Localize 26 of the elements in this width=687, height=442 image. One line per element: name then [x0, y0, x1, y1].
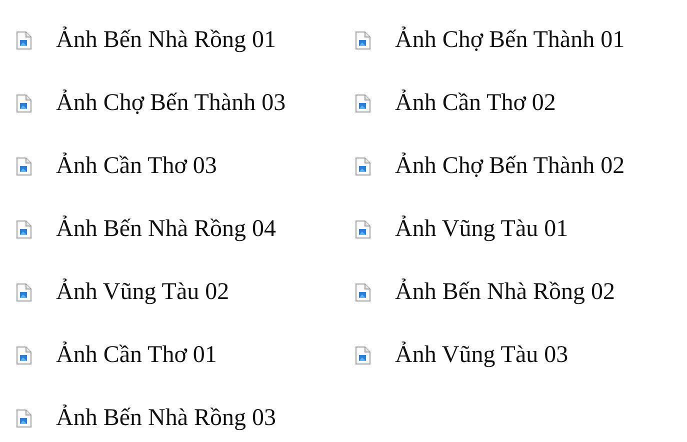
file-name[interactable]: Ảnh Chợ Bến Thành 03 — [56, 90, 286, 117]
image-file-icon[interactable] — [16, 283, 32, 302]
file-name[interactable]: Ảnh Bến Nhà Rồng 02 — [395, 279, 615, 306]
file-name[interactable]: Ảnh Cần Thơ 02 — [395, 90, 556, 117]
image-file-icon[interactable] — [16, 409, 32, 428]
file-name[interactable]: Ảnh Vũng Tàu 01 — [395, 216, 568, 243]
image-file-icon[interactable] — [355, 94, 371, 113]
image-file-icon[interactable] — [355, 220, 371, 239]
image-file-icon[interactable] — [16, 31, 32, 50]
image-file-icon[interactable] — [16, 157, 32, 176]
file-name[interactable]: Ảnh Bến Nhà Rồng 04 — [56, 216, 276, 243]
file-name[interactable]: Ảnh Bến Nhà Rồng 03 — [56, 405, 276, 432]
image-file-icon[interactable] — [355, 346, 371, 365]
image-file-icon[interactable] — [16, 346, 32, 365]
file-name[interactable]: Ảnh Cần Thơ 01 — [56, 342, 217, 369]
file-name[interactable]: Ảnh Chợ Bến Thành 01 — [395, 27, 625, 54]
image-file-icon[interactable] — [355, 283, 371, 302]
image-file-icon[interactable] — [16, 94, 32, 113]
file-name[interactable]: Ảnh Vũng Tàu 02 — [56, 279, 230, 306]
image-file-icon[interactable] — [355, 157, 371, 176]
file-name[interactable]: Ảnh Bến Nhà Rồng 01 — [56, 27, 276, 54]
image-file-icon[interactable] — [16, 220, 32, 239]
file-name[interactable]: Ảnh Cần Thơ 03 — [56, 153, 217, 180]
image-file-icon[interactable] — [355, 31, 371, 50]
file-name[interactable]: Ảnh Vũng Tàu 03 — [395, 342, 568, 369]
file-name[interactable]: Ảnh Chợ Bến Thành 02 — [395, 153, 625, 180]
